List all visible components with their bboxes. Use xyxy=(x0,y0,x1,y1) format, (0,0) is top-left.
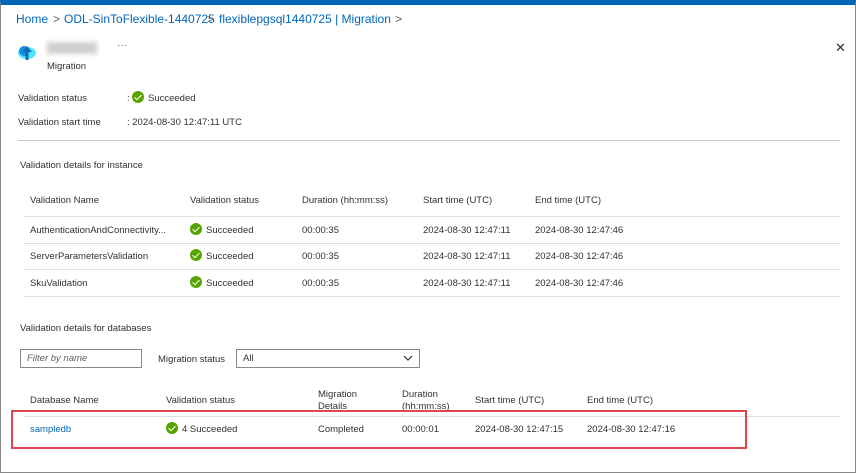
column-header[interactable]: End time (UTC) xyxy=(535,195,601,206)
success-check-icon xyxy=(190,223,202,235)
validation-start-value: : 2024-08-30 12:47:11 UTC xyxy=(127,117,242,128)
validation-start-label: Validation start time xyxy=(18,117,101,128)
validation-status: Succeeded xyxy=(190,249,254,262)
duration: 00:00:35 xyxy=(302,225,339,236)
validation-status: Succeeded xyxy=(190,223,254,236)
chevron-right-icon: > xyxy=(395,12,403,26)
start-time: 2024-08-30 12:47:11 xyxy=(423,251,511,262)
start-time: 2024-08-30 12:47:11 xyxy=(423,278,511,289)
column-header[interactable]: Validation Name xyxy=(30,195,99,206)
highlight-box xyxy=(11,410,747,449)
column-header[interactable]: Start time (UTC) xyxy=(423,195,492,206)
column-header[interactable]: Migration xyxy=(318,389,357,400)
duration: 00:00:35 xyxy=(302,278,339,289)
column-header[interactable]: Validation status xyxy=(166,395,235,406)
more-options-icon[interactable]: ··· xyxy=(117,40,127,51)
start-time: 2024-08-30 12:47:11 xyxy=(423,225,511,236)
success-check-icon xyxy=(190,276,202,288)
chevron-right-icon: > xyxy=(53,12,61,26)
page-subtitle: Migration xyxy=(47,61,87,72)
row-divider xyxy=(24,243,840,244)
success-check-icon xyxy=(190,249,202,261)
validation-name: ServerParametersValidation xyxy=(30,251,149,262)
validation-status-label: Validation status xyxy=(18,93,88,104)
column-header[interactable]: Duration (hh:mm:ss) xyxy=(302,195,388,206)
status-text: Succeeded xyxy=(206,251,254,262)
validation-name: SkuValidation xyxy=(30,278,88,289)
close-icon[interactable]: ✕ xyxy=(835,40,846,56)
column-header[interactable]: Start time (UTC) xyxy=(475,395,544,406)
end-time: 2024-08-30 12:47:46 xyxy=(535,278,624,289)
dropdown-value: All xyxy=(243,353,254,364)
validation-status-value: Succeeded xyxy=(132,91,196,104)
chevron-right-icon: > xyxy=(207,12,215,26)
migration-status-label: Migration status xyxy=(158,354,226,365)
section-divider xyxy=(18,140,840,141)
breadcrumb-home[interactable]: Home xyxy=(16,12,48,26)
row-divider xyxy=(24,296,840,297)
resource-name-redacted xyxy=(47,42,97,54)
success-check-icon xyxy=(132,91,144,103)
breadcrumb-resource-group[interactable]: ODL-SinToFlexible-1440725 xyxy=(64,12,215,26)
duration: 00:00:35 xyxy=(302,251,339,262)
column-header[interactable]: Database Name xyxy=(30,395,99,406)
validation-name: AuthenticationAndConnectivity... xyxy=(30,225,167,236)
migration-icon xyxy=(18,46,36,60)
row-divider xyxy=(24,216,840,217)
column-header[interactable]: End time (UTC) xyxy=(587,395,653,406)
status-text: Succeeded xyxy=(148,93,196,104)
end-time: 2024-08-30 12:47:46 xyxy=(535,225,624,236)
instance-section-title: Validation details for instance xyxy=(20,160,143,171)
chevron-down-icon xyxy=(403,355,413,361)
end-time: 2024-08-30 12:47:46 xyxy=(535,251,624,262)
status-text: Succeeded xyxy=(206,278,254,289)
colon: : xyxy=(127,93,130,104)
row-divider xyxy=(24,269,840,270)
filter-placeholder: Filter by name xyxy=(27,353,88,364)
column-header[interactable]: Validation status xyxy=(190,195,259,206)
filter-by-name-input[interactable]: Filter by name xyxy=(20,349,142,368)
breadcrumb-server[interactable]: flexiblepgsql1440725 | Migration xyxy=(219,12,391,26)
databases-section-title: Validation details for databases xyxy=(20,323,152,334)
migration-status-dropdown[interactable]: All xyxy=(236,349,420,368)
column-header[interactable]: Duration xyxy=(402,389,438,400)
validation-status: Succeeded xyxy=(190,276,254,289)
status-text: Succeeded xyxy=(206,225,254,236)
